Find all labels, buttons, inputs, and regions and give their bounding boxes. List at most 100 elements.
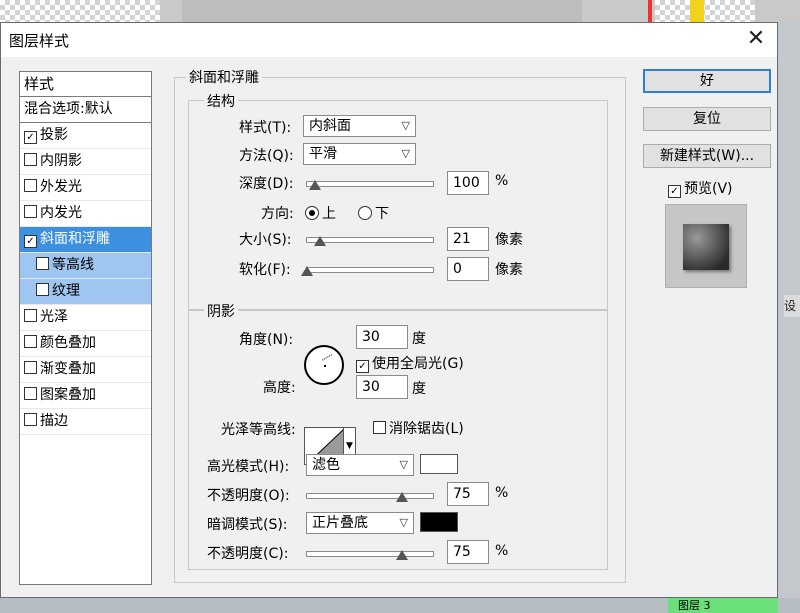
highlight-opacity-unit: %: [495, 485, 509, 501]
highlight-opacity-slider[interactable]: [306, 492, 434, 502]
shadow-opacity-slider[interactable]: [306, 550, 434, 560]
background-canvas-checker: [0, 0, 160, 22]
angle-input[interactable]: 30: [356, 325, 408, 349]
chevron-down-icon: ▽: [399, 516, 408, 529]
depth-unit: %: [495, 173, 509, 189]
angle-unit: 度: [412, 331, 426, 347]
highlight-mode-dropdown[interactable]: 滤色 ▽: [306, 454, 414, 476]
checkbox-unchecked-icon[interactable]: [373, 421, 386, 434]
checkbox-unchecked-icon[interactable]: [24, 205, 37, 218]
style-item-label: 光泽: [40, 309, 68, 325]
direction-up-label: 上: [322, 206, 336, 222]
highlight-mode-label: 高光模式(H):: [207, 459, 290, 475]
shadow-opacity-thumb[interactable]: [395, 550, 408, 560]
radio-selected-icon[interactable]: [305, 206, 319, 220]
style-item-0[interactable]: ✓ 投影: [20, 123, 151, 149]
style-item-label: 纹理: [52, 283, 80, 299]
preview-checkbox[interactable]: ✓ 预览(V): [668, 178, 733, 198]
direction-down-radio[interactable]: 下: [358, 203, 389, 223]
shadow-mode-dropdown[interactable]: 正片叠底 ▽: [306, 512, 414, 534]
soften-label: 软化(F):: [239, 262, 291, 278]
depth-label: 深度(D):: [239, 176, 294, 192]
preview-checkbox-box[interactable]: ✓: [668, 185, 681, 198]
size-slider-thumb[interactable]: [313, 236, 326, 246]
style-item-1[interactable]: 内阴影: [20, 149, 151, 175]
soften-unit: 像素: [495, 262, 523, 278]
style-item-11[interactable]: 描边: [20, 409, 151, 435]
technique-dropdown[interactable]: 平滑 ▽: [303, 143, 416, 165]
size-slider[interactable]: [306, 236, 434, 246]
checkbox-checked-icon[interactable]: ✓: [356, 360, 369, 373]
checkbox-unchecked-icon[interactable]: [36, 257, 49, 270]
global-light-checkbox[interactable]: ✓ 使用全局光(G): [356, 353, 464, 373]
depth-slider-thumb[interactable]: [308, 180, 321, 190]
style-item-7[interactable]: 光泽: [20, 305, 151, 331]
depth-input[interactable]: 100: [447, 171, 489, 195]
shadow-color-swatch[interactable]: [420, 512, 458, 532]
highlight-opacity-input[interactable]: 75: [447, 482, 489, 506]
checkbox-checked-icon[interactable]: ✓: [24, 235, 37, 248]
reset-button[interactable]: 复位: [643, 107, 771, 131]
direction-down-label: 下: [375, 206, 389, 222]
title-bar[interactable]: 图层样式 ✕: [1, 23, 777, 57]
angle-dial[interactable]: [304, 345, 344, 385]
soften-input[interactable]: 0: [447, 257, 489, 281]
shadow-mode-label: 暗调模式(S):: [207, 517, 288, 533]
altitude-input[interactable]: 30: [356, 375, 408, 399]
style-item-label: 描边: [40, 413, 68, 429]
background-right-tab[interactable]: 设: [784, 295, 800, 317]
style-item-10[interactable]: 图案叠加: [20, 383, 151, 409]
style-item-2[interactable]: 外发光: [20, 175, 151, 201]
style-item-8[interactable]: 颜色叠加: [20, 331, 151, 357]
chevron-down-icon: ▽: [401, 147, 410, 160]
background-layer-tab[interactable]: 图层 3: [668, 598, 778, 613]
background-strip: [182, 0, 582, 22]
size-input[interactable]: 21: [447, 227, 489, 251]
checkbox-unchecked-icon[interactable]: [24, 361, 37, 374]
style-item-5[interactable]: 等高线: [20, 253, 151, 279]
close-button[interactable]: ✕: [741, 25, 771, 53]
highlight-mode-value: 滤色: [312, 457, 340, 473]
style-item-4[interactable]: ✓ 斜面和浮雕: [20, 227, 151, 253]
style-item-3[interactable]: 内发光: [20, 201, 151, 227]
style-item-9[interactable]: 渐变叠加: [20, 357, 151, 383]
style-item-6[interactable]: 纹理: [20, 279, 151, 305]
style-list: 样式 混合选项:默认 ✓ 投影 内阴影 外发光内发光 ✓ 斜面和浮雕 等高线纹理光泽颜色叠加…: [19, 71, 152, 585]
shadow-opacity-label: 不透明度(C):: [207, 546, 289, 562]
layer-style-dialog: 图层样式 ✕ 样式 混合选项:默认 ✓ 投影 内阴影 外发光内发光 ✓ 斜面和浮雕 等高线纹…: [0, 22, 778, 598]
dialog-title: 图层样式: [9, 32, 70, 50]
checkbox-unchecked-icon[interactable]: [24, 309, 37, 322]
checkbox-unchecked-icon[interactable]: [24, 153, 37, 166]
shading-title: 阴影: [204, 301, 238, 321]
checkbox-unchecked-icon[interactable]: [24, 387, 37, 400]
style-list-header[interactable]: 样式: [20, 72, 151, 97]
shadow-opacity-input[interactable]: 75: [447, 540, 489, 564]
blend-options-item[interactable]: 混合选项:默认: [20, 97, 151, 123]
checkbox-unchecked-icon[interactable]: [24, 413, 37, 426]
checkbox-unchecked-icon[interactable]: [24, 335, 37, 348]
ok-button[interactable]: 好: [643, 69, 771, 93]
angle-dial-center: [324, 365, 326, 367]
depth-slider[interactable]: [306, 180, 434, 190]
radio-unselected-icon[interactable]: [358, 206, 372, 220]
checkbox-unchecked-icon[interactable]: [24, 179, 37, 192]
chevron-down-icon: ▽: [401, 119, 410, 132]
bevel-style-dropdown[interactable]: 内斜面 ▽: [303, 115, 416, 137]
altitude-label: 高度:: [263, 380, 296, 396]
global-light-label: 使用全局光(G): [372, 356, 464, 372]
style-preview-thumbnail: [665, 204, 747, 288]
style-item-label: 内发光: [40, 205, 82, 221]
anti-alias-checkbox[interactable]: 消除锯齿(L): [373, 418, 464, 438]
technique-label: 方法(Q):: [239, 148, 294, 164]
checkbox-checked-icon[interactable]: ✓: [24, 131, 37, 144]
highlight-color-swatch[interactable]: [420, 454, 458, 474]
soften-slider-thumb[interactable]: [301, 266, 313, 276]
new-style-button[interactable]: 新建样式(W)...: [643, 144, 771, 168]
direction-up-radio[interactable]: 上: [305, 203, 336, 223]
soften-slider[interactable]: [301, 266, 434, 276]
altitude-unit: 度: [412, 381, 426, 397]
background-red-swatch: [648, 0, 652, 22]
style-item-label: 图案叠加: [40, 387, 96, 403]
highlight-opacity-thumb[interactable]: [395, 492, 408, 502]
checkbox-unchecked-icon[interactable]: [36, 283, 49, 296]
